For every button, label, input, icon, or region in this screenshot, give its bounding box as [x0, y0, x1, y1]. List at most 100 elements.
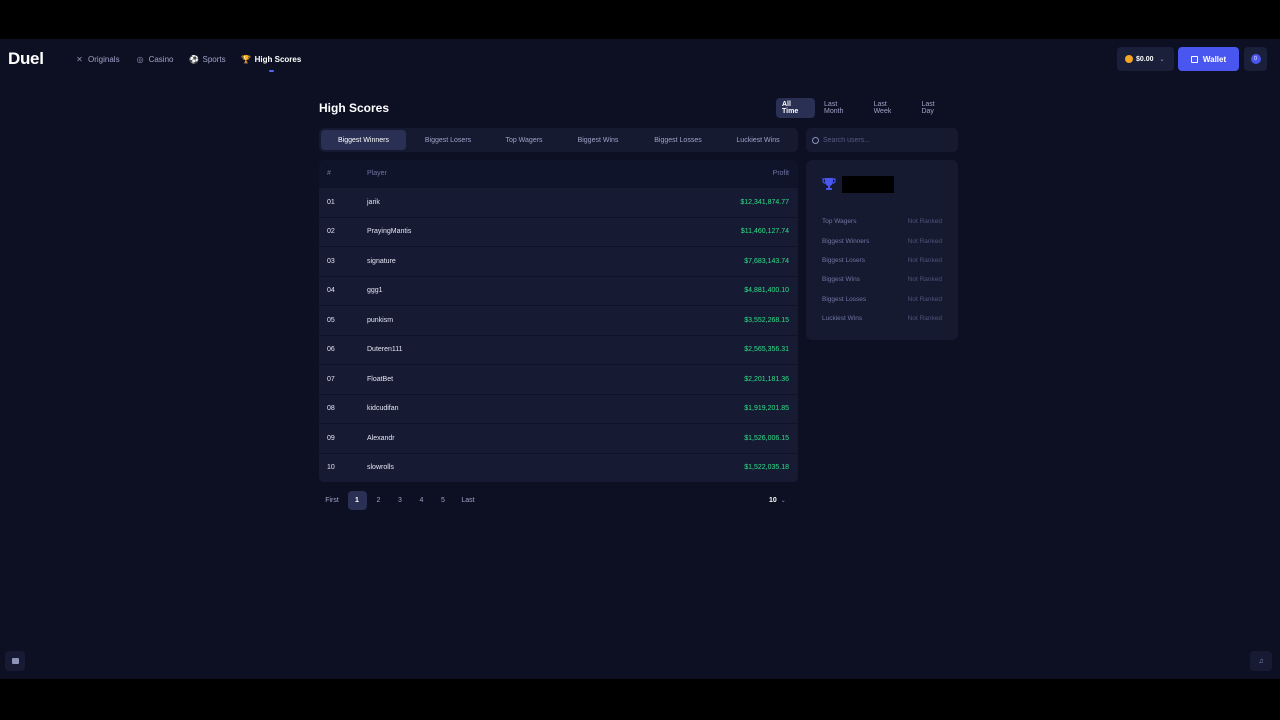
profit-cell: $2,565,356.31: [744, 346, 789, 354]
stat-value: Not Ranked: [907, 237, 942, 245]
profit-cell: $1,919,201.85: [744, 405, 789, 413]
wallet-icon: [1190, 55, 1198, 63]
stat-row: Biggest Losses Not Ranked: [822, 290, 942, 309]
table-header: # Player Profit: [319, 160, 798, 187]
tab-last-month[interactable]: Last Month: [818, 98, 865, 118]
player-cell[interactable]: kidcudifan: [367, 405, 678, 412]
time-range-tabs: All Time Last Month Last Week Last Day: [776, 97, 958, 119]
avatar: 0: [1250, 54, 1261, 64]
stat-value: Not Ranked: [907, 315, 942, 323]
player-cell[interactable]: ggg1: [367, 287, 678, 294]
column-header-rank: #: [327, 170, 331, 177]
player-cell[interactable]: signature: [367, 258, 678, 265]
trophy-icon: 🏆: [241, 55, 252, 64]
app-root: Duel ✕ Originals ◎ Casino ⚽ Sports 🏆 Hig…: [0, 39, 1280, 679]
stat-label: Top Wagers: [822, 218, 857, 226]
page-button-2[interactable]: 2: [369, 491, 388, 510]
user-rank-panel: Top Wagers Not Ranked Biggest Winners Not R…: [806, 160, 958, 340]
leaderboard-table: # Player Profit 01 jarik $12,341,874.77 02 P…: [319, 160, 798, 482]
nav-item-casino[interactable]: ◎ Casino: [136, 53, 174, 66]
main-nav: ✕ Originals ◎ Casino ⚽ Sports 🏆 High Sco…: [75, 53, 317, 72]
table-row[interactable]: 07 FloatBet $2,201,181.36: [319, 364, 798, 394]
stat-label: Biggest Winners: [822, 237, 870, 245]
chat-button[interactable]: [5, 651, 25, 671]
player-cell[interactable]: Alexandr: [367, 435, 678, 442]
stat-label: Luckiest Wins: [822, 315, 863, 323]
profit-cell: $12,341,874.77: [740, 198, 789, 206]
tab-top-wagers[interactable]: Top Wagers: [490, 130, 558, 150]
headset-icon: ♫: [1258, 657, 1264, 665]
player-cell[interactable]: Duteren111: [367, 346, 678, 353]
stat-row: Biggest Winners Not Ranked: [822, 231, 942, 250]
sports-icon: ⚽: [189, 55, 199, 64]
rank-cell: 08: [327, 405, 335, 413]
stat-value: Not Ranked: [907, 256, 942, 264]
rank-cell: 06: [327, 346, 335, 354]
page-button-1[interactable]: 1: [347, 491, 367, 510]
rank-cell: 04: [327, 287, 335, 295]
nav-item-sports[interactable]: ⚽ Sports: [189, 53, 226, 66]
duel-logo[interactable]: Duel: [8, 49, 44, 69]
player-cell[interactable]: jarik: [367, 199, 678, 206]
profit-cell: $4,881,400.10: [744, 287, 789, 295]
page-button-5[interactable]: 5: [434, 491, 453, 510]
stat-value: Not Ranked: [907, 295, 942, 303]
table-row[interactable]: 10 slowrolls $1,522,035.18: [319, 452, 798, 482]
table-row[interactable]: 03 signature $7,683,143.74: [319, 246, 798, 276]
page-first-button[interactable]: First: [319, 491, 345, 510]
tab-last-day[interactable]: Last Day: [915, 98, 955, 118]
table-row[interactable]: 05 punkism $3,552,268.15: [319, 305, 798, 335]
page-last-button[interactable]: Last: [455, 491, 481, 510]
page-button-3[interactable]: 3: [391, 491, 410, 510]
player-cell[interactable]: FloatBet: [367, 376, 678, 383]
stat-label: Biggest Losses: [822, 295, 867, 303]
stat-row: Luckiest Wins Not Ranked: [822, 309, 942, 328]
profit-cell: $2,201,181.36: [744, 375, 789, 383]
search-icon: [812, 136, 819, 144]
table-row[interactable]: 08 kidcudifan $1,919,201.85: [319, 393, 798, 423]
chevron-down-icon: ⌄: [1159, 56, 1165, 63]
page-size-value: 10: [769, 497, 777, 504]
nav-item-high-scores[interactable]: 🏆 High Scores: [241, 53, 302, 72]
table-row[interactable]: 01 jarik $12,341,874.77: [319, 187, 798, 217]
rank-cell: 03: [327, 257, 335, 265]
tab-luckiest-wins[interactable]: Luckiest Wins: [718, 130, 798, 150]
support-button[interactable]: ♫: [1250, 651, 1272, 671]
player-cell[interactable]: punkism: [367, 317, 678, 324]
nav-item-label: High Scores: [254, 55, 302, 64]
player-cell[interactable]: PrayingMantis: [367, 228, 678, 235]
nav-item-label: Originals: [88, 55, 120, 64]
redacted-username: [842, 176, 894, 193]
stat-row: Biggest Losers Not Ranked: [822, 251, 942, 270]
search-input[interactable]: [823, 136, 953, 144]
stat-value: Not Ranked: [907, 218, 942, 226]
profit-cell: $7,683,143.74: [744, 257, 789, 265]
nav-item-originals[interactable]: ✕ Originals: [75, 53, 120, 66]
profile-button[interactable]: 0: [1244, 47, 1267, 71]
nav-item-label: Sports: [202, 55, 226, 64]
wallet-button[interactable]: Wallet: [1178, 47, 1239, 71]
stat-row: Biggest Wins Not Ranked: [822, 270, 942, 289]
page-button-4[interactable]: 4: [412, 491, 431, 510]
tab-biggest-losses[interactable]: Biggest Losses: [638, 130, 718, 150]
coin-icon: [1125, 55, 1133, 63]
tab-biggest-wins[interactable]: Biggest Wins: [558, 130, 638, 150]
originals-icon: ✕: [76, 55, 83, 64]
rank-cell: 05: [327, 316, 335, 324]
tab-all-time[interactable]: All Time: [776, 98, 816, 118]
tab-biggest-losers[interactable]: Biggest Losers: [406, 130, 490, 150]
page-size-select[interactable]: 10 ⌄: [769, 491, 796, 510]
balance-dropdown[interactable]: $0.00 ⌄: [1117, 47, 1174, 71]
category-tabs: Biggest Winners Biggest Losers Top Wager…: [319, 128, 798, 152]
stat-row: Top Wagers Not Ranked: [822, 212, 942, 231]
table-row[interactable]: 04 ggg1 $4,881,400.10: [319, 275, 798, 305]
pagination: First 1 2 3 4 5 Last: [319, 491, 484, 510]
tab-biggest-winners[interactable]: Biggest Winners: [321, 130, 406, 150]
table-body: 01 jarik $12,341,874.77 02 PrayingMantis $11,…: [319, 187, 798, 482]
table-row[interactable]: 06 Duteren111 $2,565,356.31: [319, 334, 798, 364]
table-row[interactable]: 09 Alexandr $1,526,006.15: [319, 423, 798, 453]
profit-cell: $1,522,035.18: [744, 464, 789, 472]
tab-last-week[interactable]: Last Week: [868, 98, 913, 118]
player-cell[interactable]: slowrolls: [367, 464, 678, 471]
table-row[interactable]: 02 PrayingMantis $11,460,127.74: [319, 216, 798, 246]
